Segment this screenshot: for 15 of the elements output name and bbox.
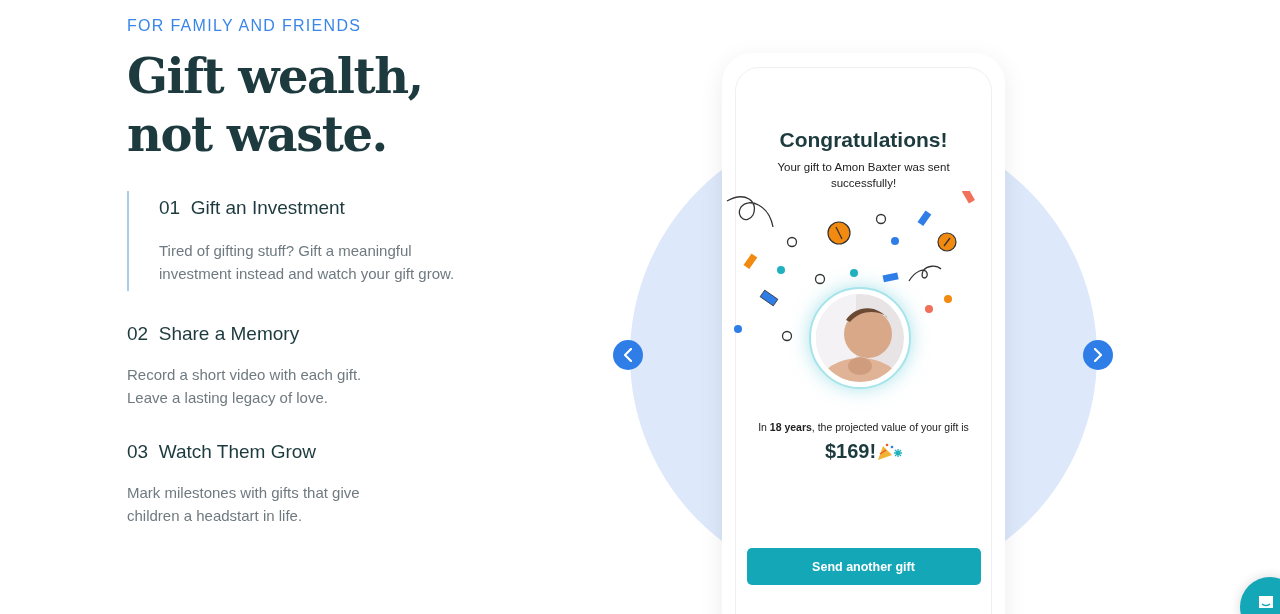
chevron-right-icon — [1094, 348, 1102, 362]
previous-arrow-button[interactable] — [613, 340, 643, 370]
projected-amount: $169! — [824, 440, 877, 463]
feature-item[interactable]: 02 Share a Memory Record a short video with each gift. Leave a lasting legacy of love. — [127, 323, 362, 409]
gift-sent-message: Your gift to Amon Baxter was sent successfully! — [776, 160, 951, 191]
headline: Gift wealth, — [127, 47, 423, 105]
next-arrow-button[interactable] — [1083, 340, 1113, 370]
congratulations-title: Congratulations! — [779, 128, 948, 152]
feature-item[interactable]: 03 Watch Them Grow Mark milestones with gifts that give children a headstart in life. — [127, 441, 360, 527]
feature-item[interactable]: 01 Gift an Investment Tired of gifting stuff? Gift a meaningful investment instead and watch your gift grow. — [127, 191, 455, 291]
chevron-left-icon — [624, 348, 632, 362]
eyebrow-text: FOR FAMILY AND FRIENDS — [127, 17, 363, 35]
projection-text: In 18 years, the projected value of your gift is — [758, 421, 969, 433]
party-popper-icon — [876, 441, 903, 462]
headline: not waste. — [127, 105, 387, 163]
